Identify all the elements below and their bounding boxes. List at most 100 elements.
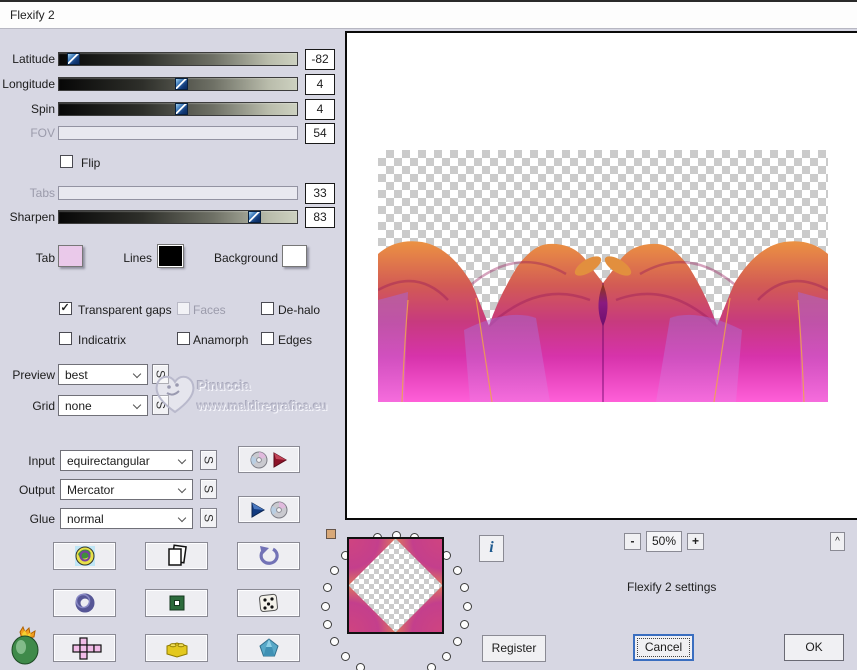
collapse-button[interactable]: ^ xyxy=(830,532,845,551)
anamorph-checkbox[interactable] xyxy=(177,332,190,345)
chevron-down-icon xyxy=(177,484,187,494)
faces-checkbox xyxy=(177,302,190,315)
indicatrix-checkbox[interactable] xyxy=(59,332,72,345)
preview-panel[interactable] xyxy=(345,31,857,520)
latitude-row: Latitude -82 xyxy=(0,49,340,71)
flexify-result-art xyxy=(377,241,829,403)
frame-button[interactable] xyxy=(145,589,208,617)
copy-pages-icon xyxy=(167,544,187,566)
spin-slider-thumb[interactable] xyxy=(175,103,188,115)
chevron-down-icon xyxy=(177,455,187,465)
glue-select-label: Glue xyxy=(29,512,55,526)
anamorph-label: Anamorph xyxy=(193,333,249,347)
sharpen-value-field[interactable]: 83 xyxy=(305,207,335,228)
glue-select[interactable]: normal xyxy=(60,508,193,529)
window-title: Flexify 2 xyxy=(10,8,55,22)
dehalo-checkbox[interactable] xyxy=(261,302,274,315)
info-button[interactable]: i xyxy=(479,535,504,562)
ring-dot xyxy=(330,566,339,575)
preview-select[interactable]: best xyxy=(58,364,148,385)
globe-button[interactable] xyxy=(53,542,116,570)
longitude-value-field[interactable]: 4 xyxy=(305,74,335,95)
ring-dot xyxy=(341,652,350,661)
glue-surprise-button[interactable]: S xyxy=(200,508,217,528)
unfold-cube-button[interactable] xyxy=(53,634,116,662)
cd-export-icon xyxy=(250,451,287,468)
fov-label: FOV xyxy=(30,126,55,140)
copy-settings-button[interactable] xyxy=(145,542,208,570)
ring-button[interactable] xyxy=(53,589,116,617)
ring-dot xyxy=(321,602,330,611)
grid-select[interactable]: none xyxy=(58,395,148,416)
input-select-label: Input xyxy=(28,454,55,468)
thumbnail-checker xyxy=(349,539,442,632)
output-select[interactable]: Mercator xyxy=(60,479,193,500)
ring-dot xyxy=(460,583,469,592)
input-surprise-button[interactable]: S xyxy=(200,450,217,470)
spin-slider[interactable] xyxy=(58,102,298,116)
undo-button[interactable] xyxy=(237,542,300,570)
edges-label: Edges xyxy=(278,333,313,347)
latitude-value-field[interactable]: -82 xyxy=(305,49,335,70)
sharpen-label: Sharpen xyxy=(9,210,55,224)
background-color-swatch[interactable] xyxy=(282,245,307,267)
tab-color-label: Tab xyxy=(35,251,55,265)
tabs-value-field[interactable]: 33 xyxy=(305,183,335,204)
fov-value-field[interactable]: 54 xyxy=(305,123,335,144)
settings-thumbnail[interactable] xyxy=(347,537,444,634)
ring-marker-swatch xyxy=(326,529,336,539)
lines-color-swatch[interactable] xyxy=(157,244,184,268)
indicatrix-label: Indicatrix xyxy=(78,333,127,347)
dehalo-label: De-halo xyxy=(278,303,321,317)
longitude-slider[interactable] xyxy=(58,77,298,91)
status-text: Flexify 2 settings xyxy=(627,580,717,594)
input-select-value: equirectangular xyxy=(67,454,150,468)
zoom-in-button[interactable]: + xyxy=(687,533,704,550)
grid-select-label: Grid xyxy=(32,399,55,413)
preview-select-label: Preview xyxy=(12,368,55,382)
globe-icon xyxy=(74,546,95,566)
tab-color-swatch[interactable] xyxy=(58,245,83,267)
watermark-name: Pinuccia xyxy=(197,378,251,393)
ring-dot xyxy=(323,620,332,629)
output-surprise-button[interactable]: S xyxy=(200,479,217,499)
sharpen-slider-thumb[interactable] xyxy=(248,211,261,223)
flip-label: Flip xyxy=(81,156,101,170)
ring-dot xyxy=(330,637,339,646)
preview-image[interactable] xyxy=(377,150,829,403)
lego-brick-icon xyxy=(166,642,187,658)
brick-button[interactable] xyxy=(145,634,208,662)
undo-icon xyxy=(259,546,279,565)
tabs-slider xyxy=(58,186,298,200)
load-settings-button[interactable] xyxy=(238,496,300,523)
ring-dot xyxy=(427,663,436,670)
zoom-level: 50% xyxy=(646,531,682,552)
title-bar: Flexify 2 xyxy=(0,2,857,29)
fov-row: FOV 54 xyxy=(0,123,340,145)
longitude-slider-thumb[interactable] xyxy=(175,78,188,90)
latitude-label: Latitude xyxy=(12,52,55,66)
unfolded-cube-icon xyxy=(71,637,102,660)
zoom-out-button[interactable]: - xyxy=(624,533,641,550)
dice-icon xyxy=(258,593,278,612)
input-select[interactable]: equirectangular xyxy=(60,450,193,471)
watermark-heart-icon xyxy=(155,375,195,414)
chevron-down-icon xyxy=(132,369,142,379)
save-settings-button[interactable] xyxy=(238,446,300,473)
spin-value-field[interactable]: 4 xyxy=(305,99,335,120)
edges-checkbox[interactable] xyxy=(261,332,274,345)
thumbnail-art xyxy=(349,539,442,632)
ok-button[interactable]: OK xyxy=(784,634,844,661)
gem-button[interactable] xyxy=(237,634,300,662)
output-select-value: Mercator xyxy=(67,483,115,497)
latitude-slider-thumb[interactable] xyxy=(67,53,80,65)
random-button[interactable] xyxy=(237,589,300,617)
register-button[interactable]: Register xyxy=(482,635,546,662)
transparent-gaps-checkbox[interactable] xyxy=(59,302,72,315)
flip-checkbox[interactable] xyxy=(60,155,73,168)
sharpen-slider[interactable] xyxy=(58,210,298,224)
ring-dot xyxy=(356,663,365,670)
cancel-button[interactable]: Cancel xyxy=(633,634,694,661)
ring-dot xyxy=(463,602,472,611)
latitude-slider[interactable] xyxy=(58,52,298,66)
